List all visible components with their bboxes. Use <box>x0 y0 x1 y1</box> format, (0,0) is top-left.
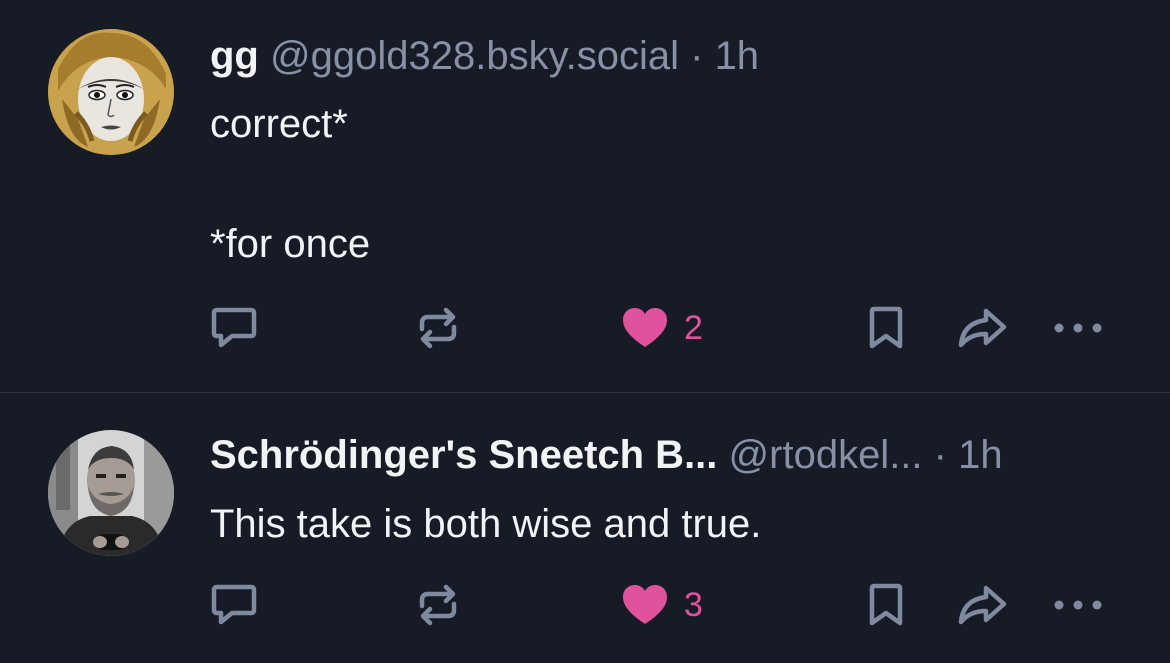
avatar-bearded-man-image <box>48 430 174 556</box>
post-text: correct* *for once <box>210 102 371 266</box>
post-header: Schrödinger's Sneetch B... @rtodkel... ·… <box>210 431 1003 479</box>
post-card[interactable]: gg @ggold328.bsky.social · 1h correct* *… <box>0 0 1170 392</box>
separator-dot: · <box>933 433 947 477</box>
avatar-woman-face-image <box>48 29 174 155</box>
avatar[interactable] <box>48 29 174 155</box>
ellipsis-icon <box>1054 600 1102 610</box>
like-count: 2 <box>684 309 703 347</box>
speech-bubble-icon <box>211 307 257 348</box>
bookmark-icon <box>869 583 903 626</box>
post-time[interactable]: 1h <box>715 34 760 78</box>
share-button[interactable] <box>956 580 1008 630</box>
separator-dot: · <box>690 34 704 78</box>
like-button[interactable]: 2 <box>622 303 703 353</box>
like-button[interactable]: 3 <box>622 580 703 630</box>
heart-icon <box>623 585 667 624</box>
post-header: gg @ggold328.bsky.social · 1h <box>210 32 759 80</box>
reply-button[interactable] <box>210 303 258 353</box>
bookmark-icon <box>869 306 903 349</box>
post-time[interactable]: 1h <box>958 433 1003 477</box>
bookmark-button[interactable] <box>866 580 906 630</box>
author-name[interactable]: Schrödinger's Sneetch B... <box>210 433 717 477</box>
repost-arrows-icon <box>419 584 457 626</box>
share-arrow-icon <box>958 585 1007 625</box>
author-handle[interactable]: @rtodkel... <box>729 433 923 477</box>
post-card[interactable]: Schrödinger's Sneetch B... @rtodkel... ·… <box>0 393 1170 663</box>
more-options-button[interactable] <box>1052 580 1104 630</box>
author-name[interactable]: gg <box>210 34 259 78</box>
repost-button[interactable] <box>414 580 462 630</box>
heart-icon <box>623 308 667 347</box>
like-count: 3 <box>684 586 703 624</box>
share-arrow-icon <box>958 308 1007 348</box>
repost-button[interactable] <box>414 303 462 353</box>
ellipsis-icon <box>1054 323 1102 333</box>
reply-button[interactable] <box>210 580 258 630</box>
share-button[interactable] <box>956 303 1008 353</box>
post-actions: 2 <box>0 303 1170 353</box>
speech-bubble-icon <box>211 584 257 625</box>
post-actions: 3 <box>0 580 1170 630</box>
more-options-button[interactable] <box>1052 303 1104 353</box>
avatar[interactable] <box>48 430 174 556</box>
repost-arrows-icon <box>419 307 457 349</box>
bookmark-button[interactable] <box>866 303 906 353</box>
author-handle[interactable]: @ggold328.bsky.social <box>270 34 679 78</box>
post-text: This take is both wise and true. <box>210 502 762 546</box>
